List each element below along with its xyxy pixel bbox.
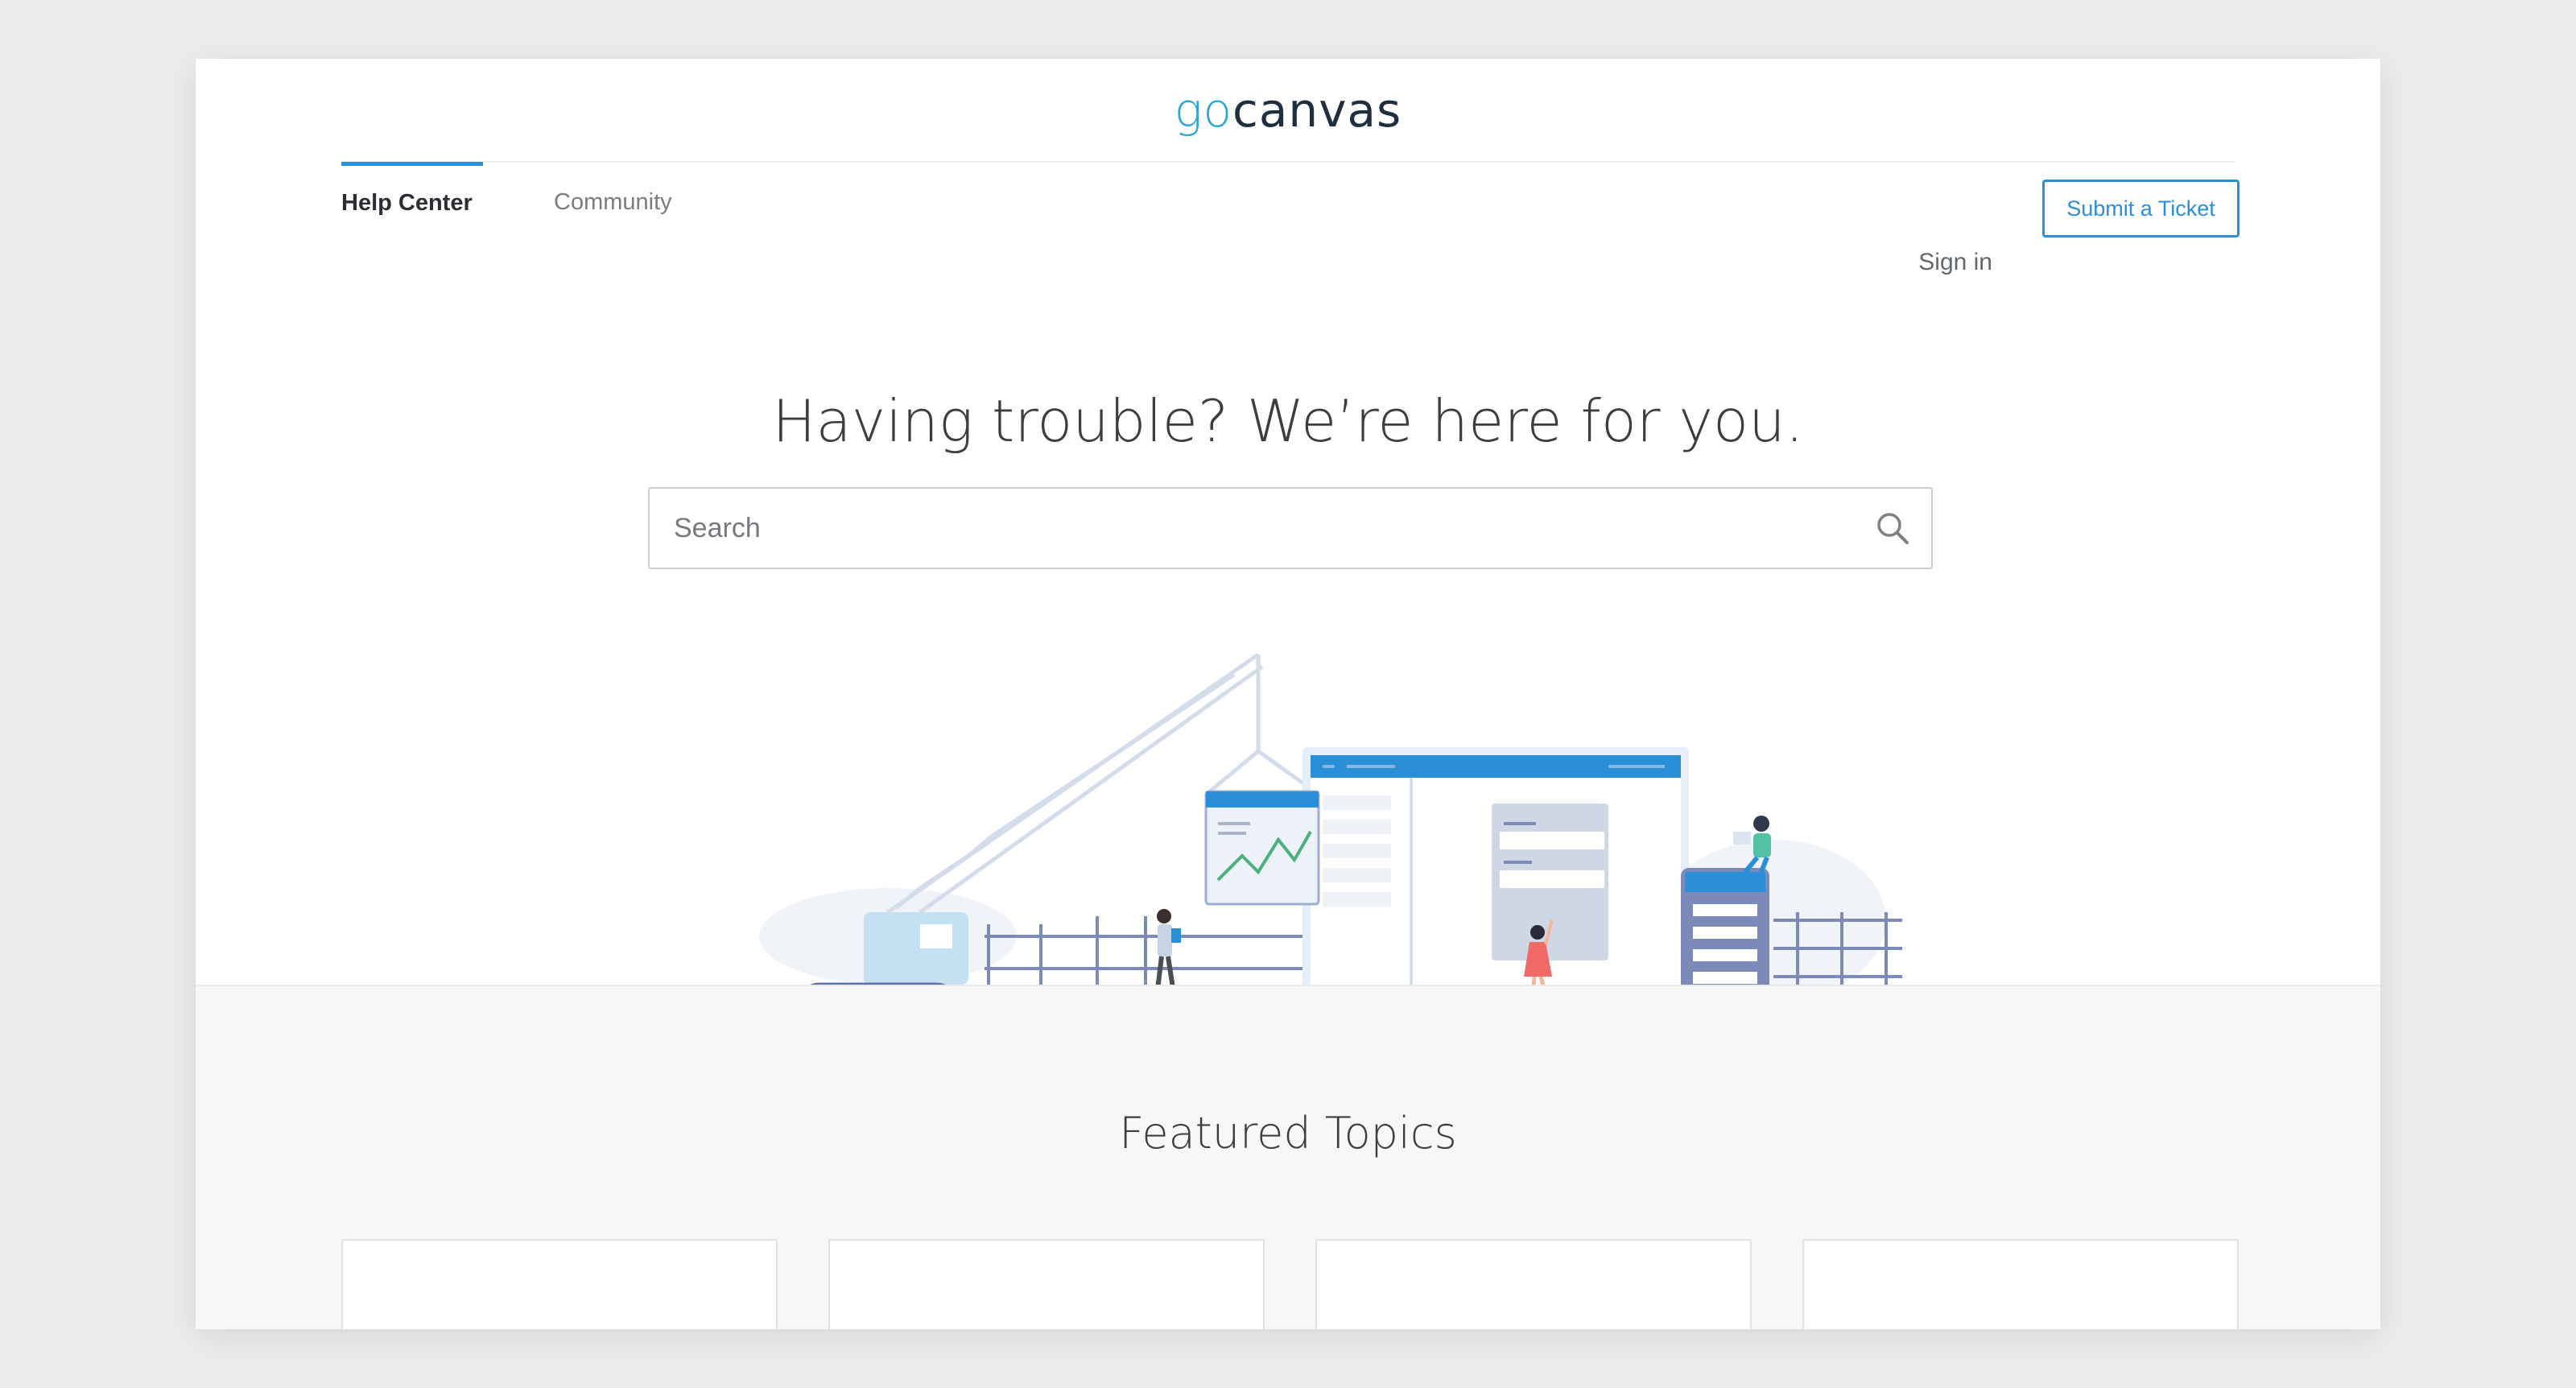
featured-topic-card[interactable] <box>1315 1239 1752 1329</box>
gocanvas-logo[interactable]: gocanvas <box>196 83 2380 138</box>
construction-scene-illustration <box>735 652 1914 1027</box>
featured-topic-card[interactable] <box>1802 1239 2239 1329</box>
logo-go-text: go <box>1174 83 1232 138</box>
sign-in-link[interactable]: Sign in <box>1918 249 1992 276</box>
tab-help-center[interactable]: Help Center <box>341 162 483 242</box>
search-box <box>648 487 1933 569</box>
tab-community[interactable]: Community <box>554 162 672 242</box>
featured-topics-title: Featured Topics <box>1119 1108 1457 1159</box>
logo-canvas-text: canvas <box>1232 83 1402 138</box>
featured-topic-card[interactable] <box>828 1239 1265 1329</box>
featured-topic-card[interactable] <box>341 1239 778 1329</box>
help-center-page: gocanvas Help Center Community Sign in S… <box>196 59 2380 1329</box>
search-icon[interactable] <box>1875 510 1910 546</box>
search-input[interactable] <box>674 489 1841 568</box>
submit-ticket-button[interactable]: Submit a Ticket <box>2042 180 2240 238</box>
hero-title: Having trouble? We’re here for you. <box>772 387 1804 455</box>
